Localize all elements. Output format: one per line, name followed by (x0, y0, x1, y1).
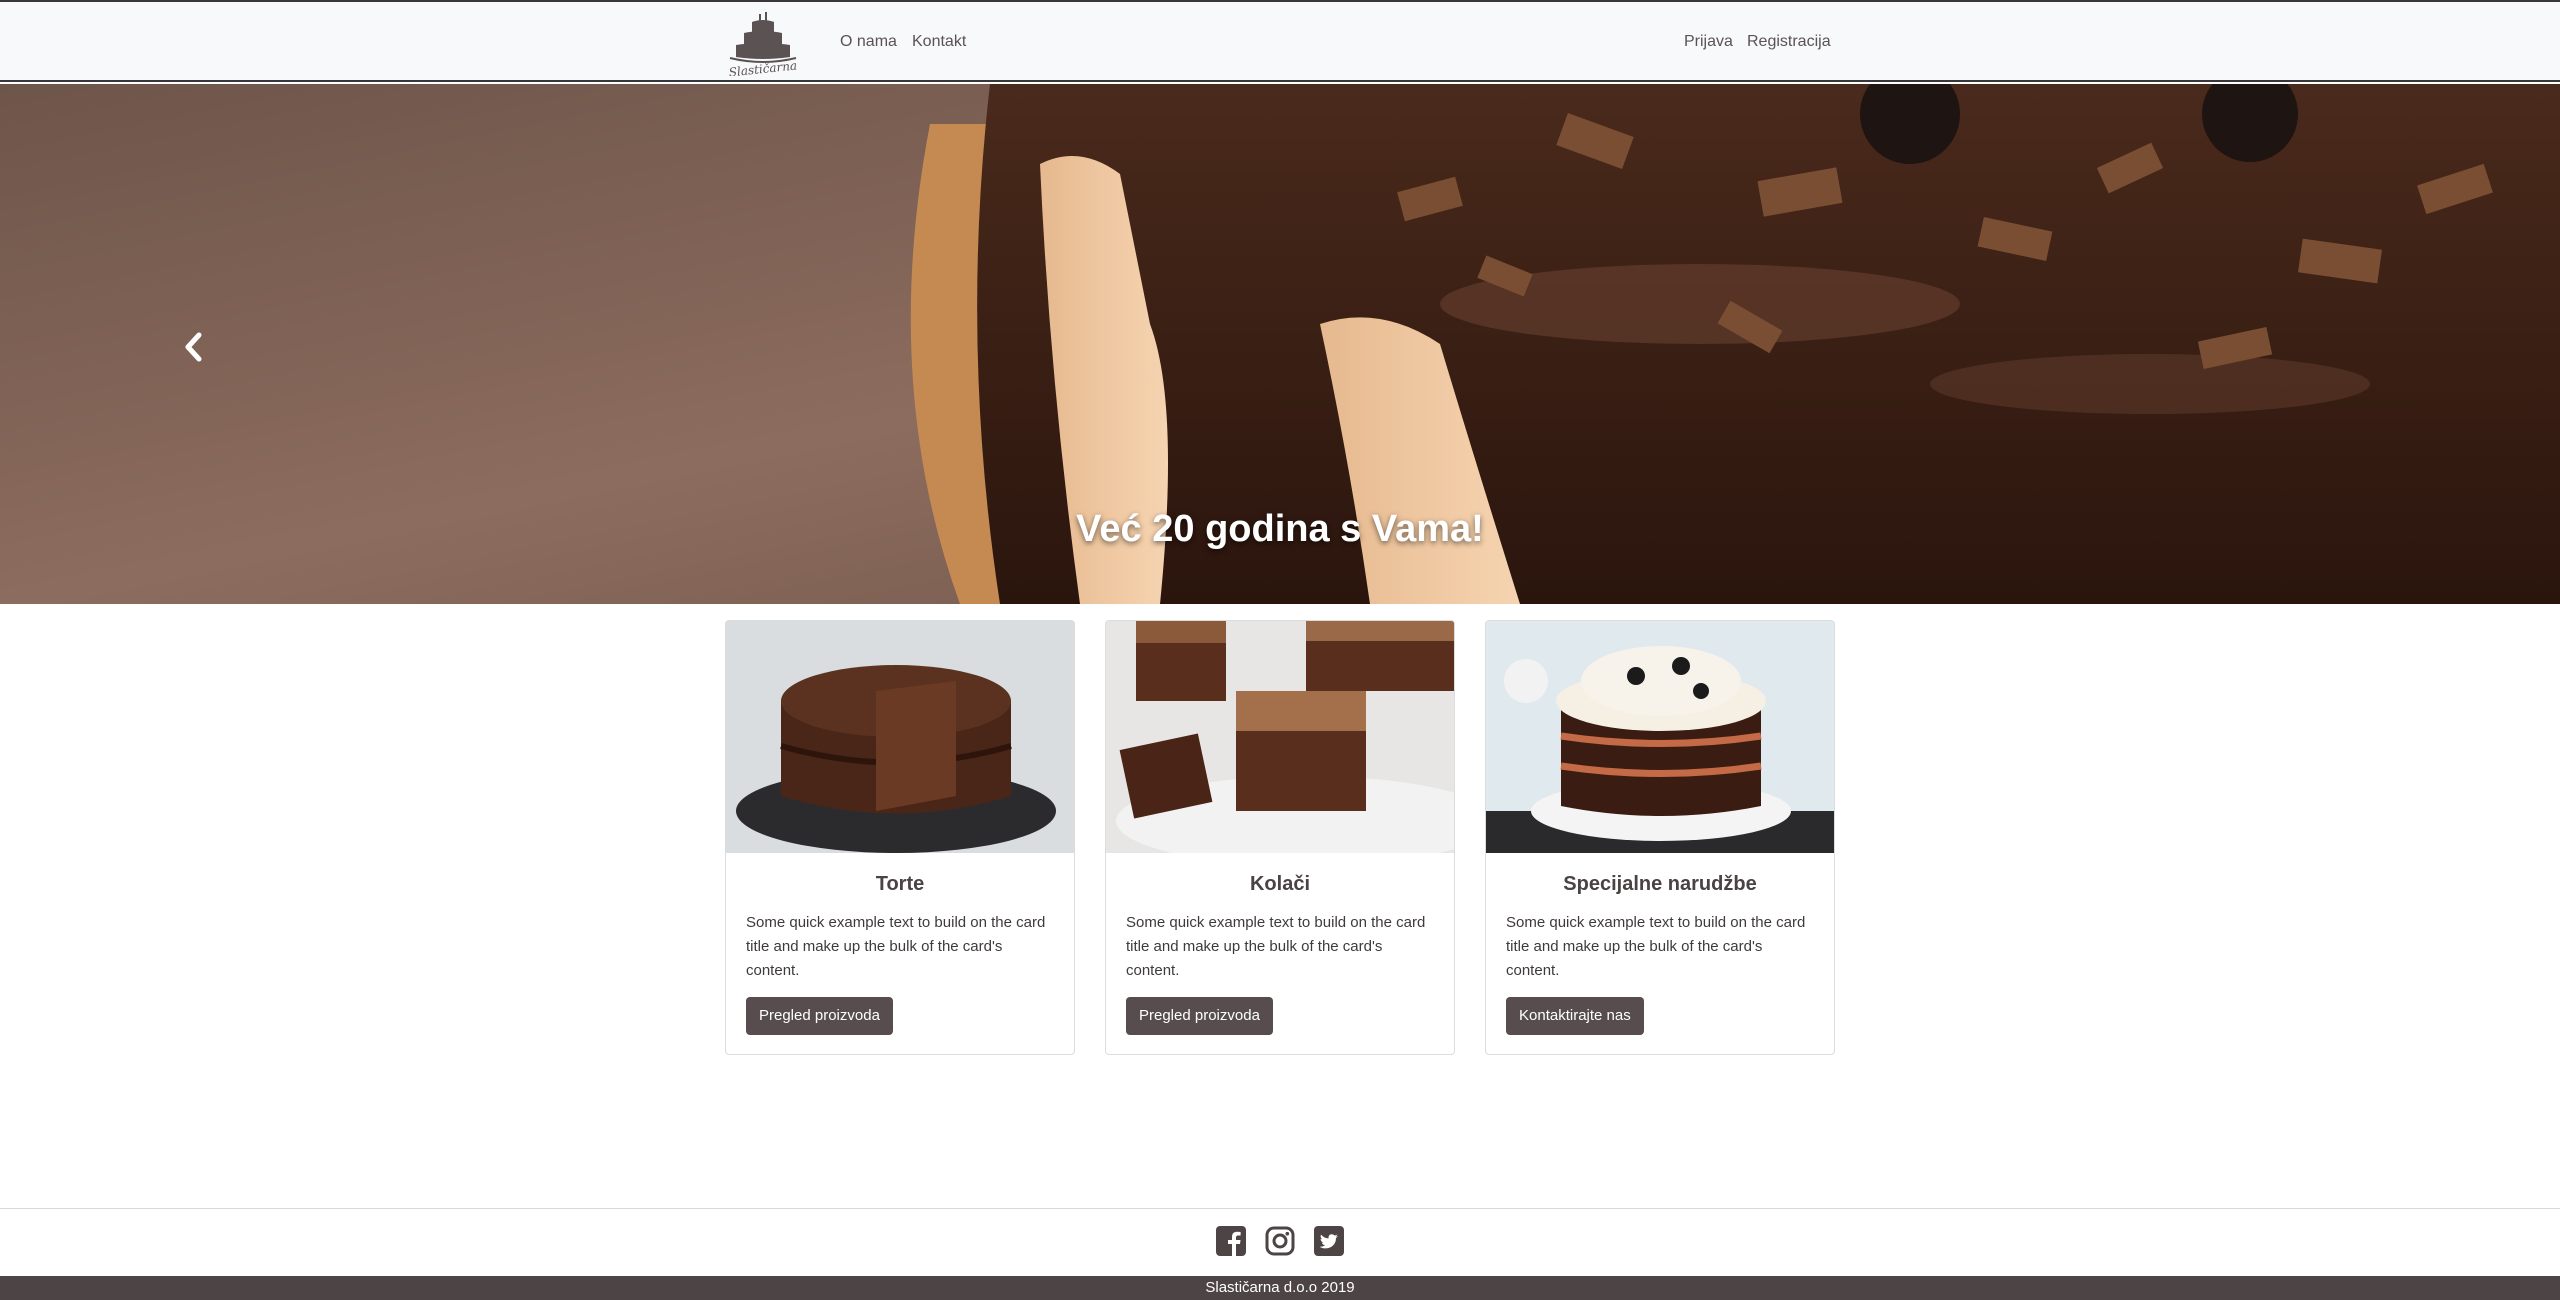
hero-carousel: Već 20 godina s Vama! (0, 84, 2560, 604)
card-specijalne-narudzbe: Specijalne narudžbe Some quick example t… (1485, 620, 1835, 1055)
chevron-left-icon (185, 332, 202, 362)
nav-link-prijava[interactable]: Prijava (1684, 32, 1733, 52)
card-text: Some quick example text to build on the … (1506, 914, 1806, 979)
card-text: Some quick example text to build on the … (746, 914, 1046, 979)
instagram-icon[interactable] (1265, 1226, 1295, 1256)
facebook-icon[interactable] (1216, 1226, 1246, 1256)
logo-link[interactable]: Slastičarna (726, 10, 800, 80)
nav-link-registracija[interactable]: Registracija (1747, 32, 1831, 52)
contact-us-button[interactable]: Kontaktirajte nas (1506, 997, 1644, 1035)
copyright-bar: Slastičarna d.o.o 2019 (0, 1276, 2560, 1300)
card-image-torte (726, 621, 1074, 853)
card-text: Some quick example text to build on the … (1126, 914, 1426, 979)
card-torte: Torte Some quick example text to build o… (725, 620, 1075, 1055)
carousel-prev-button[interactable] (170, 324, 216, 370)
svg-text:Slastičarna: Slastičarna (728, 58, 798, 76)
twitter-icon[interactable] (1314, 1226, 1344, 1256)
nav-link-o-nama[interactable]: O nama (840, 32, 897, 52)
view-products-button[interactable]: Pregled proizvoda (746, 997, 893, 1035)
hero-caption: Već 20 godina s Vama! (1076, 508, 1484, 550)
navbar: Slastičarna O nama Kontakt Prijava Regis… (0, 0, 2560, 82)
card-title: Torte (875, 873, 925, 895)
footer-divider (0, 1208, 2560, 1209)
card-title: Specijalne narudžbe (1563, 873, 1757, 895)
view-products-button[interactable]: Pregled proizvoda (1126, 997, 1273, 1035)
cake-logo-icon: Slastičarna (728, 12, 798, 80)
card-title: Kolači (1249, 873, 1311, 895)
card-image-kolaci (1106, 621, 1454, 853)
nav-link-kontakt[interactable]: Kontakt (912, 32, 966, 52)
card-image-specijalne-narudzbe (1486, 621, 1834, 853)
card-kolaci: Kolači Some quick example text to build … (1105, 620, 1455, 1055)
